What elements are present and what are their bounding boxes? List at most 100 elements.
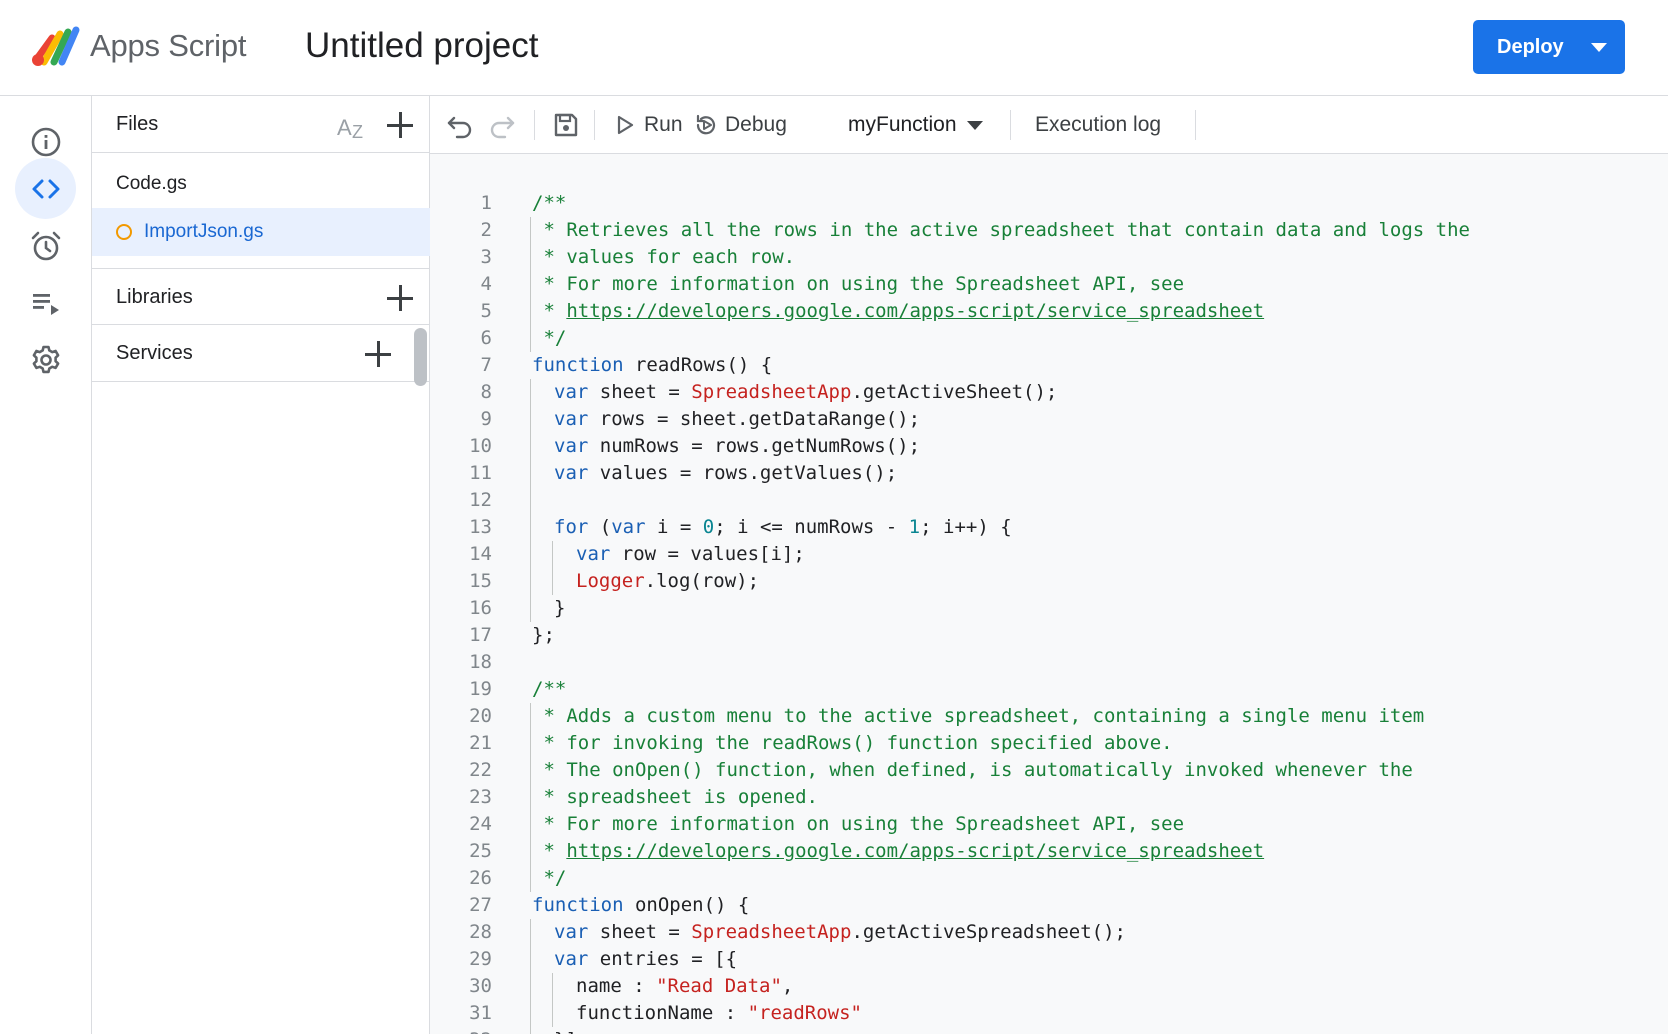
code-line[interactable]: 4 * For more information on using the Sp… (430, 271, 1668, 298)
code-line[interactable]: 5 * https://developers.google.com/apps-s… (430, 298, 1668, 325)
code-text: * For more information on using the Spre… (532, 811, 1184, 838)
line-number: 4 (480, 273, 492, 295)
code-line[interactable]: 9 var rows = sheet.getDataRange(); (430, 406, 1668, 433)
triggers-button[interactable] (15, 215, 76, 276)
code-line[interactable]: 15 Logger.log(row); (430, 568, 1668, 595)
code-token: } (554, 597, 566, 619)
code-line[interactable]: 16} (430, 595, 1668, 622)
undo-icon[interactable] (445, 110, 475, 140)
code-token: "readRows" (747, 1002, 862, 1024)
code-line[interactable]: 8 var sheet = SpreadsheetApp.getActiveShe… (430, 379, 1668, 406)
code-text: */ (532, 325, 566, 352)
run-button[interactable]: Run (612, 108, 683, 142)
code-line[interactable]: 6 */ (430, 325, 1668, 352)
deploy-label: Deploy (1497, 36, 1564, 58)
code-text: function onOpen() { (532, 892, 749, 919)
services-title: Services (116, 342, 193, 364)
code-token: * For more information on using the Spre… (532, 273, 1185, 295)
app-name: Apps Script (90, 28, 247, 63)
code-line[interactable]: 24 * For more information on using the S… (430, 811, 1668, 838)
indent-guide (530, 325, 531, 352)
code-text: }]; (554, 1027, 588, 1034)
code-line[interactable]: 30 name : "Read Data", (430, 973, 1668, 1000)
code-line[interactable]: 12 (430, 487, 1668, 514)
function-select-value: myFunction (848, 113, 957, 136)
toolbar-divider (534, 110, 535, 140)
svg-text:Z: Z (352, 122, 363, 141)
file-item-importjson-gs[interactable]: ImportJson.gs (92, 208, 430, 256)
editor-toolbar: Run Debug myFunction Execution log (430, 96, 1668, 154)
code-line[interactable]: 2 * Retrieves all the rows in the active… (430, 217, 1668, 244)
indent-guide (552, 973, 553, 1000)
line-number: 19 (469, 678, 492, 700)
save-icon[interactable] (551, 110, 581, 140)
code-text: } (554, 595, 565, 622)
code-text: functionName : "readRows" (576, 1000, 862, 1027)
editor-button[interactable] (15, 158, 76, 219)
execution-log-button[interactable]: Execution log (1035, 108, 1161, 142)
code-link[interactable]: https://developers.google.com/apps-scrip… (566, 300, 1264, 322)
code-line[interactable]: 10 var numRows = rows.getNumRows(); (430, 433, 1668, 460)
line-number: 25 (469, 840, 492, 862)
line-number: 21 (469, 732, 492, 754)
code-line[interactable]: 20 * Adds a custom menu to the active sp… (430, 703, 1668, 730)
code-token: * (532, 840, 567, 862)
code-line[interactable]: 25 * https://developers.google.com/apps-… (430, 838, 1668, 865)
code-text: var rows = sheet.getDataRange(); (554, 406, 920, 433)
redo-icon[interactable] (487, 110, 517, 140)
code-line[interactable]: 21 * for invoking the readRows() functio… (430, 730, 1668, 757)
settings-button[interactable] (15, 329, 76, 390)
line-number: 24 (469, 813, 492, 835)
code-editor[interactable]: 1 /** 2 * Retrieves all the rows in the ac… (430, 154, 1668, 1034)
add-file-button[interactable] (384, 109, 416, 141)
code-token: }; (532, 624, 555, 646)
code-line[interactable]: 31 functionName : "readRows" (430, 1000, 1668, 1027)
deploy-button[interactable]: Deploy (1473, 20, 1625, 74)
debug-button[interactable]: Debug (693, 108, 787, 142)
code-token: * The onOpen() function, when defined, i… (532, 759, 1413, 781)
code-line[interactable]: 23 * spreadsheet is opened. (430, 784, 1668, 811)
code-line[interactable]: 26 */ (430, 865, 1668, 892)
code-token: functionName : (576, 1002, 748, 1024)
apps-script-logo[interactable] (30, 24, 82, 68)
executions-button[interactable] (15, 272, 76, 333)
code-line[interactable]: 3 * values for each row. (430, 244, 1668, 271)
caret-down-icon[interactable] (1591, 43, 1607, 52)
code-lines[interactable]: 1 /** 2 * Retrieves all the rows in the ac… (430, 190, 1668, 1034)
file-item-code-gs[interactable]: Code.gs (92, 160, 430, 208)
code-line[interactable]: 27 function onOpen() { (430, 892, 1668, 919)
code-link[interactable]: https://developers.google.com/apps-scrip… (566, 840, 1264, 862)
code-line[interactable]: 18 (430, 649, 1668, 676)
code-line[interactable]: 17}; (430, 622, 1668, 649)
code-text: */ (532, 865, 566, 892)
add-library-button[interactable] (384, 282, 416, 314)
code-text: var entries = [{ (554, 946, 737, 973)
code-line[interactable]: 19 /** (430, 676, 1668, 703)
code-line[interactable]: 32}]; (430, 1027, 1668, 1034)
code-text: function readRows() { (532, 352, 772, 379)
line-number: 13 (469, 516, 492, 538)
code-token: numRows = rows.getNumRows(); (588, 435, 921, 457)
code-line[interactable]: 11 var values = rows.getValues(); (430, 460, 1668, 487)
line-number: 29 (469, 948, 492, 970)
code-token: , (781, 975, 794, 997)
code-line[interactable]: 7 function readRows() { (430, 352, 1668, 379)
caret-down-icon (966, 120, 983, 130)
code-line[interactable]: 1 /** (430, 190, 1668, 217)
line-number: 7 (480, 354, 492, 376)
add-service-button[interactable] (362, 338, 394, 370)
code-token: "Read Data" (656, 975, 782, 997)
panel-scrollbar[interactable] (414, 328, 427, 386)
code-line[interactable]: 28 var sheet = SpreadsheetApp.getActiveSp… (430, 919, 1668, 946)
code-line[interactable]: 14 var row = values[i]; (430, 541, 1668, 568)
code-line[interactable]: 29 var entries = [{ (430, 946, 1668, 973)
code-token: row = values[i]; (610, 543, 805, 565)
code-line[interactable]: 22 * The onOpen() function, when defined… (430, 757, 1668, 784)
function-select[interactable]: myFunction (848, 108, 983, 142)
project-title[interactable]: Untitled project (305, 26, 538, 66)
code-token: ( (588, 516, 612, 538)
indent-guide (530, 1000, 531, 1027)
code-line[interactable]: 13 for (var i = 0; i <= numRows - 1; i++)… (430, 514, 1668, 541)
sort-az-icon[interactable]: A Z (335, 111, 369, 141)
code-token: var (554, 921, 589, 943)
